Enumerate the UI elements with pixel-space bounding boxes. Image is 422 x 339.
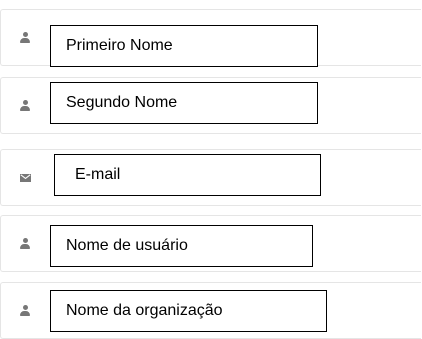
organization-input[interactable]: Nome da organização <box>50 290 327 332</box>
envelope-icon <box>17 170 33 186</box>
last-name-input[interactable]: Segundo Nome <box>50 82 318 124</box>
last-name-label: Segundo Nome <box>66 94 178 111</box>
email-input[interactable]: E-mail <box>54 154 321 196</box>
username-label: Nome de usuário <box>66 237 188 254</box>
person-icon <box>17 236 33 252</box>
username-input[interactable]: Nome de usuário <box>50 225 313 267</box>
first-name-label: Primeiro Nome <box>66 37 173 54</box>
first-name-input[interactable]: Primeiro Nome <box>50 25 318 67</box>
organization-label: Nome da organização <box>66 302 223 319</box>
person-icon <box>17 98 33 114</box>
email-label: E-mail <box>75 166 121 183</box>
person-icon <box>17 303 33 319</box>
person-icon <box>17 30 33 46</box>
